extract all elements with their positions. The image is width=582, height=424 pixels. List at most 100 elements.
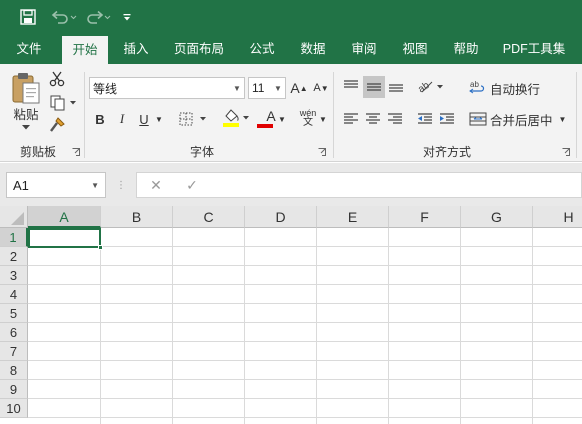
orientation-icon[interactable]: ab bbox=[416, 76, 446, 96]
align-left-icon[interactable] bbox=[341, 109, 361, 129]
group-separator bbox=[84, 72, 85, 158]
wrap-text-icon: ab bbox=[469, 80, 485, 94]
select-all-corner[interactable] bbox=[0, 206, 28, 228]
format-painter-icon[interactable] bbox=[48, 116, 66, 134]
font-color-dropdown-icon[interactable]: ▼ bbox=[277, 109, 287, 129]
row-header-3[interactable]: 3 bbox=[0, 266, 28, 285]
column-header-g[interactable]: G bbox=[461, 206, 533, 228]
row-header-10[interactable]: 10 bbox=[0, 399, 28, 418]
enter-button[interactable]: ✓ bbox=[182, 175, 202, 195]
active-cell-selection[interactable] bbox=[28, 228, 101, 248]
wrap-text-button[interactable]: ab 自动换行 bbox=[469, 77, 549, 99]
fill-handle[interactable] bbox=[98, 245, 103, 250]
formula-input[interactable] bbox=[136, 172, 582, 198]
column-header-f[interactable]: F bbox=[389, 206, 461, 228]
undo-icon[interactable] bbox=[48, 5, 80, 29]
row-header-7[interactable]: 7 bbox=[0, 342, 28, 361]
chevron-down-icon[interactable]: ▼ bbox=[559, 115, 567, 124]
phonetic-guide-button[interactable]: wén 文 bbox=[298, 106, 318, 130]
align-middle-icon[interactable] bbox=[363, 76, 385, 98]
align-bottom-icon[interactable] bbox=[386, 76, 406, 96]
row-header-5[interactable]: 5 bbox=[0, 304, 28, 323]
row-header-8[interactable]: 8 bbox=[0, 361, 28, 380]
align-center-icon[interactable] bbox=[363, 109, 383, 129]
column-header-c[interactable]: C bbox=[173, 206, 245, 228]
ribbon-tabs: 文件 开始 插入 页面布局 公式 数据 审阅 视图 帮助 PDF工具集 bbox=[0, 34, 582, 64]
row-header-2[interactable]: 2 bbox=[0, 247, 28, 266]
increase-indent-icon[interactable] bbox=[437, 109, 457, 129]
svg-text:ab: ab bbox=[417, 80, 432, 94]
bold-button[interactable]: B bbox=[91, 109, 109, 129]
row-header-4[interactable]: 4 bbox=[0, 285, 28, 304]
font-dialog-launcher-icon[interactable] bbox=[318, 148, 326, 156]
merge-center-button[interactable]: 合并后居中 ▼ bbox=[469, 108, 579, 130]
cell-gridlines[interactable] bbox=[28, 228, 582, 424]
tab-page-layout[interactable]: 页面布局 bbox=[166, 34, 232, 64]
column-header-d[interactable]: D bbox=[245, 206, 317, 228]
save-icon[interactable] bbox=[16, 5, 40, 29]
name-box-value: A1 bbox=[13, 177, 29, 193]
tab-insert[interactable]: 插入 bbox=[114, 34, 158, 64]
font-name-combo[interactable]: 等线 ▼ bbox=[89, 77, 245, 99]
redo-icon[interactable] bbox=[84, 5, 114, 29]
tab-file[interactable]: 文件 bbox=[6, 34, 52, 64]
row-header-1[interactable]: 1 bbox=[0, 228, 28, 247]
group-separator bbox=[576, 72, 577, 158]
chevron-down-icon[interactable]: ▼ bbox=[271, 78, 285, 98]
group-separator bbox=[333, 72, 334, 158]
paste-icon[interactable] bbox=[8, 70, 44, 106]
column-header-h[interactable]: H bbox=[533, 206, 582, 228]
caret-down-icon: ▼ bbox=[320, 83, 329, 93]
row-header-6[interactable]: 6 bbox=[0, 323, 28, 342]
svg-text:ab: ab bbox=[470, 80, 479, 89]
fill-color-icon[interactable] bbox=[221, 106, 253, 130]
tab-view[interactable]: 视图 bbox=[393, 34, 437, 64]
paste-button-label[interactable]: 粘贴 bbox=[8, 104, 44, 122]
shrink-font-glyph: A bbox=[313, 82, 321, 94]
title-bar bbox=[0, 0, 582, 34]
align-right-icon[interactable] bbox=[385, 109, 405, 129]
cut-icon[interactable] bbox=[48, 70, 66, 88]
borders-icon[interactable] bbox=[177, 109, 213, 129]
name-box[interactable]: A1 ▼ bbox=[6, 172, 106, 198]
tab-pdf-tools[interactable]: PDF工具集 bbox=[498, 34, 570, 64]
column-header-a[interactable]: A bbox=[28, 206, 101, 228]
copy-icon[interactable] bbox=[48, 94, 78, 112]
customize-quick-access-icon[interactable] bbox=[120, 5, 134, 29]
align-top-icon[interactable] bbox=[341, 76, 361, 96]
cancel-button[interactable]: ✕ bbox=[146, 175, 166, 195]
decrease-indent-icon[interactable] bbox=[415, 109, 435, 129]
alignment-dialog-launcher-icon[interactable] bbox=[562, 148, 570, 156]
clipboard-group-label: 剪贴板 bbox=[19, 145, 56, 159]
column-header-e[interactable]: E bbox=[317, 206, 389, 228]
chevron-down-icon[interactable]: ▼ bbox=[230, 78, 244, 98]
tab-help[interactable]: 帮助 bbox=[444, 34, 488, 64]
underline-button[interactable]: U bbox=[135, 109, 153, 129]
merge-center-label: 合并后居中 bbox=[490, 113, 553, 128]
tab-home[interactable]: 开始 bbox=[62, 36, 108, 64]
column-header-b[interactable]: B bbox=[101, 206, 173, 228]
chevron-down-icon[interactable]: ▼ bbox=[91, 181, 99, 190]
font-size-combo[interactable]: 11 ▼ bbox=[248, 77, 286, 99]
italic-button[interactable]: I bbox=[113, 109, 131, 129]
font-color-bar bbox=[257, 123, 273, 128]
alignment-group-label: 对齐方式 bbox=[422, 145, 471, 159]
phonetic-char-icon: 文 bbox=[303, 117, 313, 128]
grow-font-button[interactable]: A ▲ bbox=[290, 77, 308, 99]
row-header-9[interactable]: 9 bbox=[0, 380, 28, 399]
formula-bar-grip-icon: ⋮ bbox=[116, 179, 126, 191]
paste-dropdown-icon[interactable] bbox=[20, 122, 32, 132]
font-color-glyph: A bbox=[266, 107, 276, 124]
merge-center-icon bbox=[469, 112, 487, 126]
phonetic-dropdown-icon[interactable]: ▼ bbox=[318, 109, 328, 129]
caret-up-icon: ▲ bbox=[299, 83, 308, 93]
font-size-value: 11 bbox=[252, 81, 265, 95]
font-name-value: 等线 bbox=[93, 81, 118, 96]
tab-review[interactable]: 审阅 bbox=[342, 34, 386, 64]
underline-dropdown-icon[interactable]: ▼ bbox=[153, 109, 165, 129]
tab-data[interactable]: 数据 bbox=[291, 34, 335, 64]
tab-formulas[interactable]: 公式 bbox=[240, 34, 284, 64]
font-group-label: 字体 bbox=[189, 145, 214, 159]
shrink-font-button[interactable]: A ▼ bbox=[312, 77, 330, 99]
clipboard-dialog-launcher-icon[interactable] bbox=[72, 148, 80, 156]
